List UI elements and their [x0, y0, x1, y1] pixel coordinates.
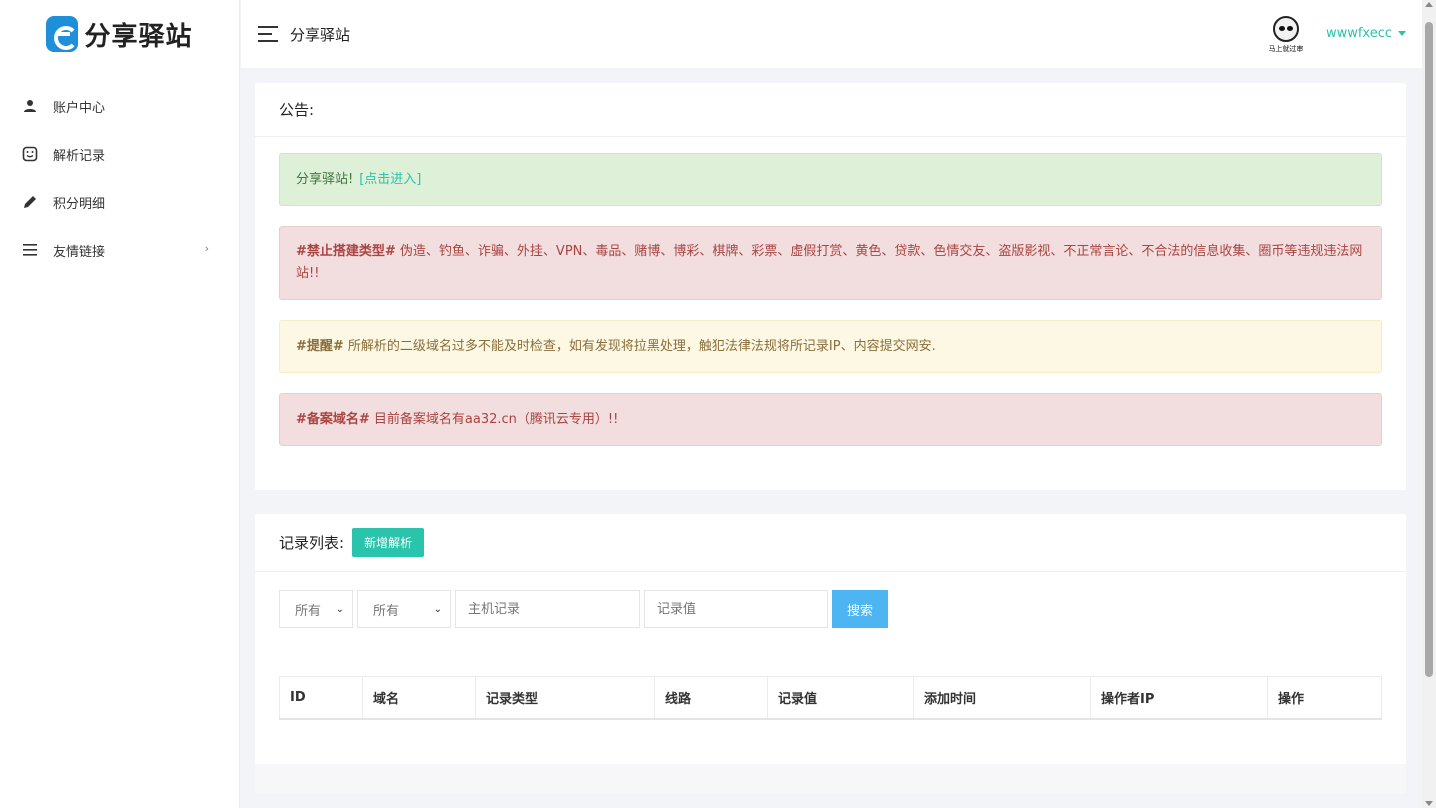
caret-down-icon[interactable] — [1398, 30, 1406, 36]
search-button[interactable]: 搜索 — [832, 590, 888, 628]
chevron-down-icon: ⌄ — [335, 604, 344, 615]
username[interactable]: wwwfxecc — [1326, 26, 1392, 41]
domain-text: 目前备案域名有aa32.cn（腾讯云专用）!! — [369, 411, 619, 427]
hamburger-menu-icon[interactable] — [258, 26, 278, 42]
domain-content: #备案域名# 目前备案域名有aa32.cn（腾讯云专用）!! — [296, 409, 618, 431]
col-value[interactable]: 记录值 — [767, 676, 914, 720]
add-record-button[interactable]: 新增解析 — [352, 528, 425, 557]
user-menu[interactable]: 马上就过审 wwwfxecc — [1265, 12, 1406, 54]
pencil-icon — [22, 194, 38, 210]
user-icon — [22, 98, 38, 114]
banned-content: #禁止搭建类型# 伪造、钓鱼、诈骗、外挂、VPN、毒品、赌博、博彩、棋牌、彩票、… — [296, 241, 1365, 285]
banned-text: 伪造、钓鱼、诈骗、外挂、VPN、毒品、赌博、博彩、棋牌、彩票、虚假打赏、黄色、贷… — [296, 244, 1363, 281]
notice-alert-reminder: #提醒# 所解析的二级域名过多不能及时检查，如有发现将拉黑处理，触犯法律法规将所… — [279, 320, 1382, 373]
col-id[interactable]: ID — [279, 676, 363, 720]
logo[interactable]: 分享驿站 — [0, 0, 239, 68]
records-header: 记录列表: 新增解析 — [255, 514, 1406, 572]
sidebar-item-points[interactable]: 积分明细 — [0, 178, 239, 226]
chevron-down-icon: ⌄ — [433, 604, 442, 615]
logo-icon — [46, 16, 79, 52]
notice-title: 公告: — [255, 83, 1406, 137]
sidebar-item-label: 积分明细 — [53, 196, 106, 212]
scroll-down-icon[interactable] — [1425, 801, 1433, 806]
chevron-right-icon: › — [204, 242, 209, 255]
col-line[interactable]: 线路 — [654, 676, 768, 720]
sidebar: 分享驿站 账户中心 解析记录 积分明细 友情链接 › — [0, 0, 240, 808]
scroll-thumb[interactable] — [1425, 22, 1433, 677]
filter-select-2[interactable]: 所有 ⌄ — [357, 590, 451, 628]
avatar[interactable]: 马上就过审 — [1265, 12, 1306, 54]
records-table: ID 域名 记录类型 线路 记录值 添加时间 操作者IP 操作 — [279, 676, 1382, 720]
col-operator-ip[interactable]: 操作者IP — [1090, 676, 1268, 720]
sidebar-nav: 账户中心 解析记录 积分明细 友情链接 › — [0, 82, 239, 274]
notice-alert-banned: #禁止搭建类型# 伪造、钓鱼、诈骗、外挂、VPN、毒品、赌博、博彩、棋牌、彩票、… — [279, 226, 1382, 300]
card-footer — [255, 764, 1406, 794]
records-card: 记录列表: 新增解析 所有 ⌄ 所有 ⌄ 搜索 ID 域名 记录类型 线路 记录… — [255, 514, 1406, 794]
notice-alert-welcome: 分享驿站! [点击进入] — [279, 153, 1382, 206]
table-header-row: ID 域名 记录类型 线路 记录值 添加时间 操作者IP 操作 — [279, 676, 1382, 720]
sidebar-item-account[interactable]: 账户中心 — [0, 82, 239, 130]
reminder-text: 所解析的二级域名过多不能及时检查，如有发现将拉黑处理，触犯法律法规将所记录IP、… — [343, 338, 936, 354]
record-icon — [22, 146, 38, 162]
notice-alert-domain: #备案域名# 目前备案域名有aa32.cn（腾讯云专用）!! — [279, 393, 1382, 446]
enter-link[interactable]: [点击进入] — [359, 169, 421, 191]
records-title: 记录列表: — [279, 534, 345, 552]
record-value-input[interactable] — [644, 590, 828, 628]
panda-face-icon — [1272, 16, 1299, 42]
col-type[interactable]: 记录类型 — [475, 676, 655, 720]
sidebar-item-label: 账户中心 — [53, 100, 106, 116]
menu-lines-icon — [22, 242, 38, 258]
sidebar-item-records[interactable]: 解析记录 — [0, 130, 239, 178]
col-time[interactable]: 添加时间 — [913, 676, 1091, 720]
col-action[interactable]: 操作 — [1267, 676, 1382, 720]
reminder-tag: #提醒# — [296, 338, 344, 354]
notice-card: 公告: 分享驿站! [点击进入] #禁止搭建类型# 伪造、钓鱼、诈骗、外挂、VP… — [255, 83, 1406, 490]
reminder-content: #提醒# 所解析的二级域名过多不能及时检查，如有发现将拉黑处理，触犯法律法规将所… — [296, 336, 936, 358]
select-value: 所有 — [373, 603, 400, 619]
page-title: 分享驿站 — [290, 25, 351, 44]
scroll-up-icon[interactable] — [1425, 2, 1433, 7]
welcome-text: 分享驿站! — [296, 171, 354, 187]
host-record-input[interactable] — [455, 590, 640, 628]
sidebar-item-links[interactable]: 友情链接 › — [0, 226, 239, 274]
sidebar-item-label: 友情链接 — [53, 244, 106, 260]
avatar-caption: 马上就过审 — [1268, 45, 1304, 53]
banned-tag: #禁止搭建类型# — [296, 244, 396, 259]
select-value: 所有 — [295, 603, 322, 619]
col-domain[interactable]: 域名 — [362, 676, 476, 720]
top-header: 分享驿站 马上就过审 wwwfxecc — [241, 0, 1422, 68]
sidebar-item-label: 解析记录 — [53, 148, 106, 164]
filter-select-1[interactable]: 所有 ⌄ — [279, 590, 353, 628]
domain-tag: #备案域名# — [296, 411, 370, 427]
page-scrollbar[interactable] — [1422, 0, 1436, 808]
logo-text: 分享驿站 — [84, 21, 193, 52]
